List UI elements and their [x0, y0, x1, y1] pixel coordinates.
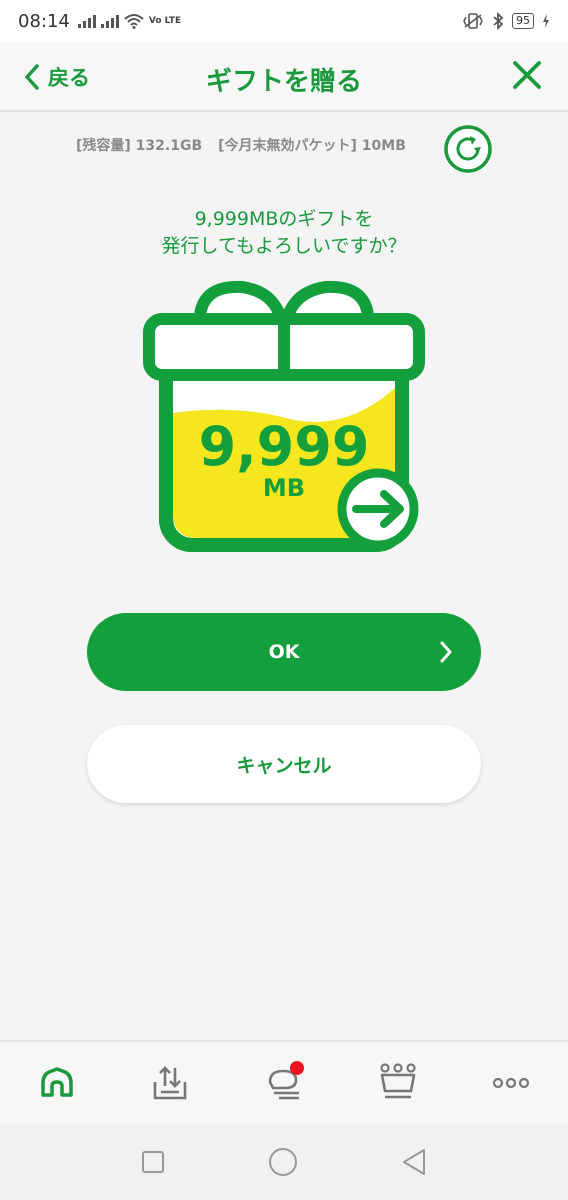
cancel-label: キャンセル — [236, 754, 332, 777]
confirm-question: 9,999MBのギフトを 発行してもよろしいですか？ — [0, 206, 568, 260]
status-right-icons: 95 — [462, 12, 550, 30]
close-button[interactable] — [512, 60, 542, 94]
bluetooth-icon — [493, 12, 504, 30]
ok-button[interactable]: OK — [87, 613, 481, 691]
bottom-nav — [0, 1040, 568, 1124]
app-header: 戻る ギフトを贈る — [0, 42, 568, 112]
upload-tray-icon — [154, 1066, 187, 1100]
nav-more[interactable] — [481, 1053, 541, 1113]
home-circle-icon[interactable] — [268, 1147, 298, 1177]
back-triangle-icon[interactable] — [401, 1148, 427, 1176]
remaining-capacity: [残容量] 132.1GB — [76, 138, 203, 154]
page-title: ギフトを贈る — [205, 67, 362, 97]
cancel-button[interactable]: キャンセル — [87, 725, 481, 803]
more-icon — [493, 1077, 530, 1089]
expiring-packets: [今月末無効パケット] 10MB — [218, 138, 406, 154]
chevron-right-icon — [440, 641, 452, 663]
question-line-2: 発行してもよろしいですか？ — [161, 235, 407, 257]
nav-home[interactable] — [27, 1053, 87, 1113]
crown-icon — [379, 1063, 416, 1099]
wifi-icon — [124, 14, 144, 29]
refresh-button[interactable] — [443, 124, 493, 178]
battery-indicator: 95 — [512, 13, 534, 29]
gift-unit: MB — [263, 474, 305, 502]
refresh-icon — [444, 125, 492, 173]
nav-share[interactable] — [140, 1053, 200, 1113]
ok-label: OK — [268, 641, 300, 663]
system-nav-bar — [0, 1124, 568, 1200]
recents-icon[interactable] — [141, 1150, 165, 1174]
status-left-icons: Vo LTE — [77, 13, 182, 29]
signal-icon — [77, 14, 96, 28]
gift-illustration: 9,999 MB — [142, 275, 426, 559]
notification-dot — [289, 1061, 304, 1075]
volte-badge: Vo LTE — [148, 15, 182, 26]
vibrate-icon — [463, 13, 483, 29]
gift-amount: 9,999 — [199, 415, 370, 478]
signal-icon-2 — [100, 14, 119, 28]
data-balance-info: [残容量] 132.1GB [今月末無効パケット] 10MB — [76, 135, 406, 155]
home-icon — [41, 1067, 73, 1097]
question-line-1: 9,999MBのギフトを — [194, 208, 374, 230]
charging-icon — [543, 14, 549, 28]
status-bar: 08:14 Vo LTE 95 — [0, 0, 568, 42]
nav-premium[interactable] — [368, 1053, 428, 1113]
nav-messages[interactable] — [254, 1053, 314, 1113]
close-icon — [513, 61, 541, 89]
status-time: 08:14 — [18, 10, 70, 32]
